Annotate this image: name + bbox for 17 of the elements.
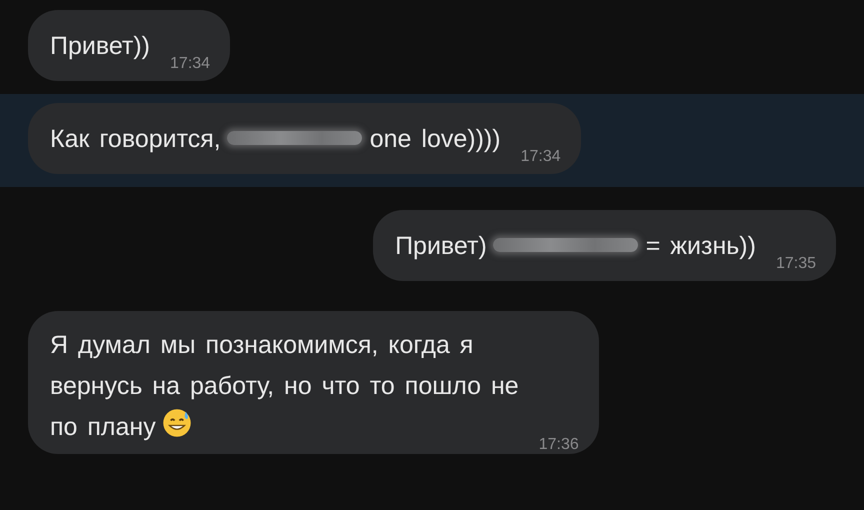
- message-time: 17:34: [520, 148, 561, 166]
- message-text: Привет): [395, 232, 487, 260]
- emoji-icon: [162, 408, 192, 438]
- message-text: = жизнь)): [646, 232, 756, 260]
- message-time: 17:36: [538, 436, 579, 454]
- message-bubble[interactable]: Привет)) 17:34: [28, 10, 230, 81]
- message-text: по плану: [50, 413, 156, 441]
- message-text: вернусь на работу, но что то пошло не: [50, 372, 519, 400]
- message-bubble[interactable]: Привет) = жизнь)) 17:35: [373, 210, 836, 281]
- message-text: Привет)): [50, 32, 150, 60]
- message-text: Как говорится,: [50, 125, 221, 153]
- message-time: 17:34: [169, 55, 210, 73]
- message-time: 17:35: [774, 255, 816, 273]
- message-text: Я думал мы познакомимся, когда я: [50, 331, 474, 359]
- message-bubble[interactable]: Как говорится, one love)))) 17:34: [28, 103, 581, 174]
- message-text: one love)))): [370, 125, 501, 153]
- message-bubble[interactable]: Я думал мы познакомимся, когда я вернусь на работу, но что то пошло не по плану 17:36: [28, 311, 599, 454]
